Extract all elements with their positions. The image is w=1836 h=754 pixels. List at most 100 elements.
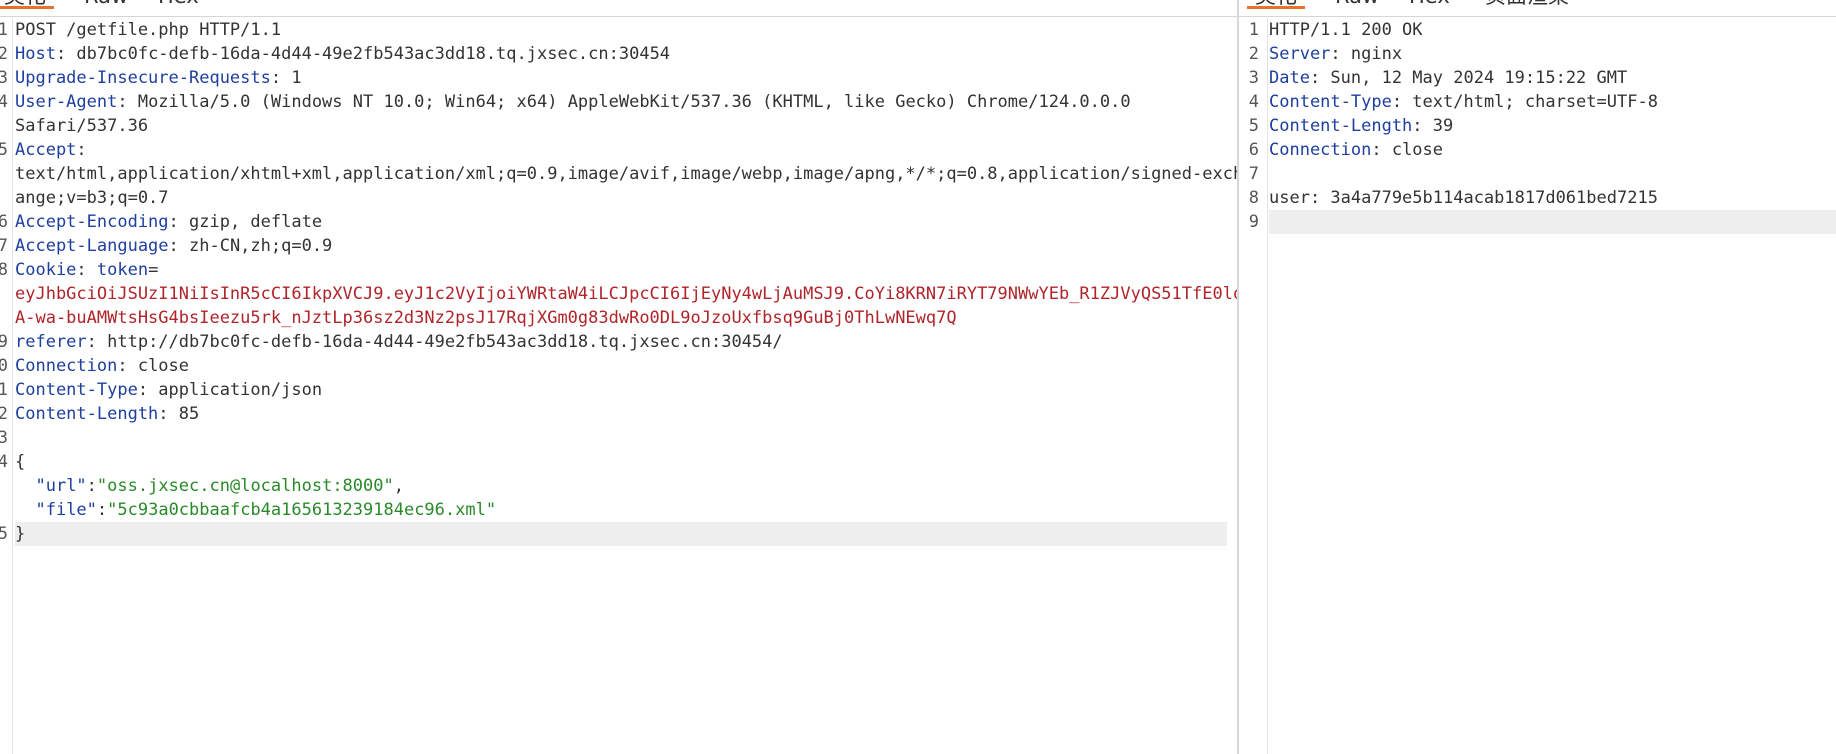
request-line[interactable]: 15} bbox=[0, 522, 1237, 546]
response-line-content bbox=[1269, 162, 1836, 186]
request-line[interactable]: 3 Upgrade-Insecure-Requests: 1 bbox=[0, 66, 1237, 90]
request-line-content: Safari/537.36 bbox=[15, 114, 1227, 138]
request-json-key: "url" bbox=[35, 476, 87, 496]
request-line-content: text/html,application/xhtml+xml,applicat… bbox=[15, 162, 1243, 186]
request-line[interactable]: 10 Connection: close bbox=[0, 354, 1237, 378]
request-line-text: : gzip, deflate bbox=[168, 212, 323, 232]
response-line[interactable]: 2 Server: nginx bbox=[1239, 42, 1836, 66]
request-line-text: : 1 bbox=[270, 68, 302, 88]
response-pane: 美化 Raw Hex 页面渲染 1 HTTP/1.1 200 OK 2 Server:… bbox=[1239, 0, 1836, 754]
request-line-content bbox=[15, 426, 1227, 450]
request-header-name: User-Agent bbox=[15, 92, 118, 112]
request-line-content: Content-Length: 85 bbox=[15, 402, 1227, 426]
response-tab-hex[interactable]: Hex bbox=[1407, 0, 1452, 8]
request-cookie-eq: = bbox=[148, 260, 159, 280]
request-line-content: Accept-Encoding: gzip, deflate bbox=[15, 210, 1227, 234]
response-line-text: HTTP/1.1 200 OK bbox=[1269, 20, 1423, 40]
request-line[interactable]: Safari/537.36 bbox=[0, 114, 1237, 138]
request-line-content: POST /getfile.php HTTP/1.1 bbox=[15, 18, 1227, 42]
request-line[interactable]: 12 Content-Length: 85 bbox=[0, 402, 1237, 426]
request-line[interactable]: eyJhbGciOiJSUzI1NiIsInR5cCI6IkpXVCJ9.eyJ… bbox=[0, 282, 1243, 306]
response-line[interactable]: 6 Connection: close bbox=[1239, 138, 1836, 162]
response-line-number: 8 bbox=[1248, 188, 1259, 208]
request-header-name: Connection bbox=[15, 356, 118, 376]
response-line-number: 7 bbox=[1248, 164, 1259, 184]
request-line-number: 6 bbox=[0, 212, 8, 232]
request-line-number: 9 bbox=[0, 332, 8, 352]
request-line[interactable]: 4 User-Agent: Mozilla/5.0 (Windows NT 10.… bbox=[0, 90, 1237, 114]
response-line-text: : 39 bbox=[1412, 116, 1454, 136]
response-line[interactable]: 5 Content-Length: 39 bbox=[1239, 114, 1836, 138]
request-line[interactable]: 11 Content-Type: application/json bbox=[0, 378, 1237, 402]
request-line-number: 4 bbox=[0, 92, 8, 112]
request-line[interactable]: 2 Host: db7bc0fc-defb-16da-4d44-49e2fb543… bbox=[0, 42, 1237, 66]
request-editor[interactable]: 1 POST /getfile.php HTTP/1.1 2 Host: db7bc0… bbox=[0, 18, 1243, 754]
request-line-content: "url":"oss.jxsec.cn@localhost:8000", bbox=[15, 474, 1227, 498]
response-line[interactable]: 7 bbox=[1239, 162, 1836, 186]
response-line-number: 4 bbox=[1248, 92, 1259, 112]
response-line-text: : nginx bbox=[1330, 44, 1403, 64]
response-header-name: Date bbox=[1269, 68, 1310, 88]
request-json-value: "5c93a0cbbaafcb4a165613239184ec96.xml" bbox=[107, 500, 497, 520]
request-line[interactable]: A-wa-buAMWtsHsG4bsIeezu5rk_nJztLp36sz2d3… bbox=[0, 306, 1237, 330]
request-header-name: Content-Length bbox=[15, 404, 159, 424]
request-line-number: 8 bbox=[0, 260, 8, 280]
request-line-content: referer: http://db7bc0fc-defb-16da-4d44-… bbox=[15, 330, 1227, 354]
response-line[interactable]: 4 Content-Type: text/html; charset=UTF-8 bbox=[1239, 90, 1836, 114]
request-line-content: "file":"5c93a0cbbaafcb4a165613239184ec96… bbox=[15, 498, 1227, 522]
response-line-number: 9 bbox=[1248, 212, 1259, 232]
request-header-name: Accept-Language bbox=[15, 236, 169, 256]
response-editor[interactable]: 1 HTTP/1.1 200 OK 2 Server: nginx 3 Date: Sun… bbox=[1239, 18, 1836, 754]
response-line[interactable]: 3 Date: Sun, 12 May 2024 19:15:22 GMT bbox=[1239, 66, 1836, 90]
request-line-number: 5 bbox=[0, 140, 8, 160]
request-line-content: Cookie: token= bbox=[15, 258, 1227, 282]
request-line[interactable]: 1 POST /getfile.php HTTP/1.1 bbox=[0, 18, 1237, 42]
request-tab-raw[interactable]: Raw bbox=[82, 0, 130, 8]
request-header-name: referer bbox=[15, 332, 87, 352]
request-line-content: Accept-Language: zh-CN,zh;q=0.9 bbox=[15, 234, 1227, 258]
response-tab-raw[interactable]: Raw bbox=[1333, 0, 1381, 8]
response-line-content: Content-Type: text/html; charset=UTF-8 bbox=[1269, 90, 1836, 114]
response-line-number: 2 bbox=[1248, 44, 1259, 64]
request-json-colon: : bbox=[96, 500, 108, 520]
request-line-content: eyJhbGciOiJSUzI1NiIsInR5cCI6IkpXVCJ9.eyJ… bbox=[15, 282, 1243, 306]
response-line-content: Connection: close bbox=[1269, 138, 1836, 162]
request-line[interactable]: 13 bbox=[0, 426, 1237, 450]
request-line[interactable]: 7 Accept-Language: zh-CN,zh;q=0.9 bbox=[0, 234, 1237, 258]
request-line-text: : close bbox=[117, 356, 190, 376]
request-json-value: "oss.jxsec.cn@localhost:8000" bbox=[96, 476, 394, 496]
newline-icon[interactable]: ↵ bbox=[1158, 0, 1171, 1]
request-line[interactable]: 5 Accept: bbox=[0, 138, 1237, 162]
response-line-text: : Sun, 12 May 2024 19:15:22 GMT bbox=[1309, 68, 1628, 88]
response-line[interactable]: 9 bbox=[1239, 210, 1836, 234]
response-line-number: 1 bbox=[1248, 20, 1259, 40]
request-indent bbox=[15, 476, 35, 496]
request-line[interactable]: "file":"5c93a0cbbaafcb4a165613239184ec96… bbox=[0, 498, 1237, 522]
menu-icon[interactable]: ≡ bbox=[1198, 0, 1211, 1]
request-line-content: User-Agent: Mozilla/5.0 (Windows NT 10.0… bbox=[15, 90, 1227, 114]
request-line[interactable]: 9 referer: http://db7bc0fc-defb-16da-4d44… bbox=[0, 330, 1237, 354]
request-line[interactable]: ange;v=b3;q=0.7 bbox=[0, 186, 1237, 210]
response-tab-pretty[interactable]: 美化 bbox=[1247, 0, 1305, 9]
request-line[interactable]: text/html,application/xhtml+xml,applicat… bbox=[0, 162, 1243, 186]
request-line-number: 7 bbox=[0, 236, 8, 256]
request-line-text: : bbox=[76, 140, 87, 160]
request-line[interactable]: 6 Accept-Encoding: gzip, deflate bbox=[0, 210, 1237, 234]
response-line-content: HTTP/1.1 200 OK bbox=[1269, 18, 1836, 42]
response-line[interactable]: 8 user: 3a4a779e5b114acab1817d061bed7215 bbox=[1239, 186, 1836, 210]
request-line-number: 2 bbox=[0, 44, 8, 64]
request-line-number: 1 bbox=[0, 20, 8, 40]
request-line-text: POST /getfile.php HTTP/1.1 bbox=[15, 20, 282, 40]
request-tab-hex[interactable]: Hex bbox=[156, 0, 201, 8]
response-tab-render[interactable]: 页面渲染 bbox=[1483, 0, 1571, 8]
request-line-number: 13 bbox=[0, 428, 8, 448]
request-cookie-value: eyJhbGciOiJSUzI1NiIsInR5cCI6IkpXVCJ9.eyJ… bbox=[15, 284, 1244, 304]
request-line[interactable]: 8 Cookie: token= bbox=[0, 258, 1237, 282]
request-line[interactable]: "url":"oss.jxsec.cn@localhost:8000", bbox=[0, 474, 1237, 498]
request-line[interactable]: 14 { bbox=[0, 450, 1237, 474]
request-tab-pretty[interactable]: 美化 bbox=[0, 0, 54, 9]
response-header-name: Server bbox=[1269, 44, 1331, 64]
response-line[interactable]: 1 HTTP/1.1 200 OK bbox=[1239, 18, 1836, 42]
request-indent bbox=[15, 500, 35, 520]
request-line-content: ange;v=b3;q=0.7 bbox=[15, 186, 1227, 210]
